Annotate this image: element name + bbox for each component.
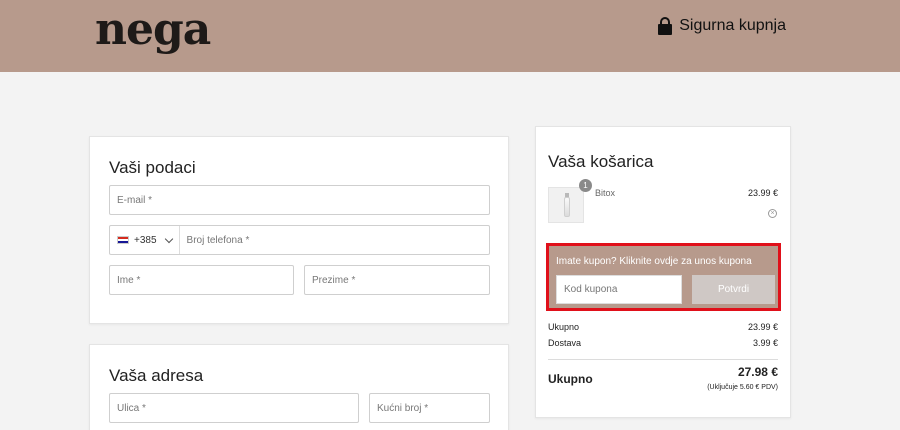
phone-prefix-value: +385 [134, 234, 157, 246]
cart-card: Vaša košarica 1 Bitox 23.99 € × Imate ku… [535, 126, 791, 418]
phone-country-select[interactable]: +385 [117, 226, 180, 254]
summary-divider [548, 359, 778, 360]
last-name-placeholder: Prezime * [312, 274, 356, 286]
site-header: nega Sigurna kupnja [0, 0, 900, 72]
last-name-field[interactable]: Prezime * [304, 265, 490, 295]
total-value: 27.98 € [737, 365, 778, 379]
shipping-row: Dostava 3.99 € [548, 338, 778, 348]
site-logo[interactable]: nega [95, 4, 211, 55]
cart-item-price: 23.99 € [747, 188, 778, 198]
lock-icon [658, 17, 673, 35]
vat-note: (Uključuje 5.60 € PDV) [707, 384, 778, 391]
shipping-value: 3.99 € [752, 338, 778, 348]
email-placeholder: E-mail * [117, 194, 153, 206]
cart-item-name: Bitox [595, 188, 616, 198]
phone-placeholder: Broj telefona * [186, 234, 250, 246]
shipping-label: Dostava [548, 338, 582, 348]
secure-checkout-label: Sigurna kupnja [679, 17, 786, 34]
cart-title: Vaša košarica [548, 152, 654, 171]
apply-coupon-button[interactable]: Potvrdi [692, 275, 775, 304]
customer-details-card: Vaši podaci E-mail * +385 Broj telefona … [89, 136, 509, 324]
address-title: Vaša adresa [109, 366, 204, 385]
house-number-field[interactable]: Kućni broj * [369, 393, 490, 423]
address-card: Vaša adresa Ulica * Kućni broj * [89, 344, 509, 430]
coupon-code-input[interactable]: Kod kupona [556, 275, 682, 304]
email-field[interactable]: E-mail * [109, 185, 490, 215]
subtotal-value: 23.99 € [747, 322, 778, 332]
croatia-flag-icon [117, 236, 129, 244]
street-placeholder: Ulica * [117, 402, 146, 414]
secure-checkout-badge: Sigurna kupnja [658, 17, 786, 35]
coupon-section: Imate kupon? Kliknite ovdje za unos kupo… [546, 243, 781, 311]
customer-details-title: Vaši podaci [109, 158, 196, 177]
chevron-down-icon [164, 234, 173, 243]
remove-item-icon[interactable]: × [768, 209, 777, 218]
coupon-toggle-link[interactable]: Imate kupon? Kliknite ovdje za unos kupo… [556, 256, 752, 267]
street-field[interactable]: Ulica * [109, 393, 359, 423]
first-name-field[interactable]: Ime * [109, 265, 294, 295]
coupon-code-placeholder: Kod kupona [564, 284, 618, 295]
house-number-placeholder: Kućni broj * [377, 402, 429, 414]
first-name-placeholder: Ime * [117, 274, 141, 286]
quantity-badge: 1 [579, 179, 592, 192]
phone-field[interactable]: +385 Broj telefona * [109, 225, 490, 255]
product-thumbnail [548, 187, 584, 223]
total-label: Ukupno [548, 372, 593, 386]
subtotal-row: Ukupno 23.99 € [548, 322, 778, 332]
subtotal-label: Ukupno [548, 322, 580, 332]
